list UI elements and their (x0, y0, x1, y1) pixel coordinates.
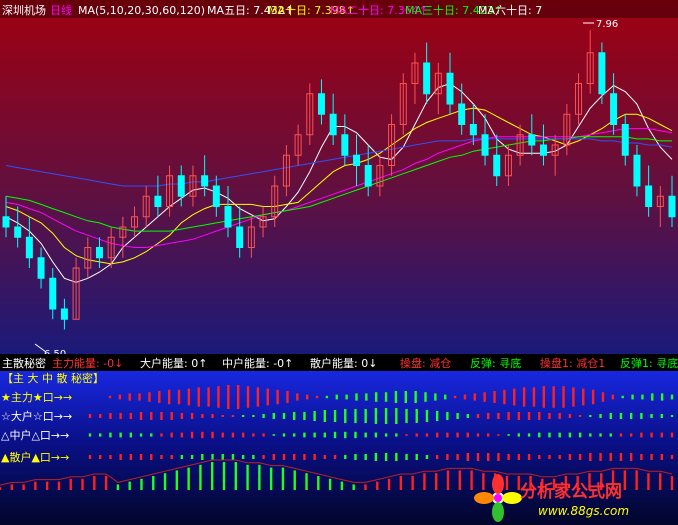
sub-header-items: 主力能量: -0↓ 大户能量: 0↑ 中户能量: -0↑ 散户能量: 0↓ 操盘: 减仓… (52, 356, 678, 370)
indicator-title: 【主 大 中 散 秘密】 (2, 371, 104, 385)
indicator-row-label: ★主力★口→→ (1, 391, 72, 404)
period-label: 日线 (50, 3, 72, 17)
ma-params: MA(5,10,20,30,60,120) (78, 4, 205, 17)
sub-header-item: 反弹1: 寻底1 (620, 356, 678, 370)
main-panel-bg (0, 0, 678, 354)
sub-header-item: 操盘1: 减仓1 (540, 356, 605, 370)
indicator-row-label: ▲散户▲口→→ (1, 450, 69, 464)
panel-separator (0, 354, 678, 356)
stock-chart-canvas: 7.96 6.50 深圳机场 日线 MA(5,10,20,30,60,120) … (0, 0, 678, 525)
sub-header-item: 大户能量: 0↑ (140, 356, 207, 370)
sub-header-item: 中户能量: -0↑ (222, 356, 293, 370)
ma-legend-item: MA六十日: 7 (478, 3, 542, 17)
indicator-row-label: ☆大户☆口→→ (1, 409, 72, 423)
watermark-logo: 分析家公式网 www.88gs.com (474, 474, 629, 522)
sub-header-item: 反弹: 寻底 (470, 356, 521, 370)
watermark-url: www.88gs.com (538, 504, 629, 518)
main-header: 深圳机场 日线 MA(5,10,20,30,60,120) (2, 3, 205, 17)
ma-legend: MA五日: 7.432↑MA十日: 7.398↑MA二十日: 7.364↑MA三… (207, 3, 542, 17)
sub-title: 主散秘密 (2, 356, 46, 370)
sub-header-item: 操盘: 减仓 (400, 356, 451, 370)
watermark-title: 分析家公式网 (520, 481, 622, 502)
indicator-row-label: △中户△口→→ (1, 428, 69, 442)
sub-header-item: 散户能量: 0↓ (310, 356, 377, 370)
stock-name: 深圳机场 (2, 3, 46, 17)
high-value: 7.96 (596, 19, 618, 30)
sub-header-item: 主力能量: -0↓ (52, 356, 123, 370)
